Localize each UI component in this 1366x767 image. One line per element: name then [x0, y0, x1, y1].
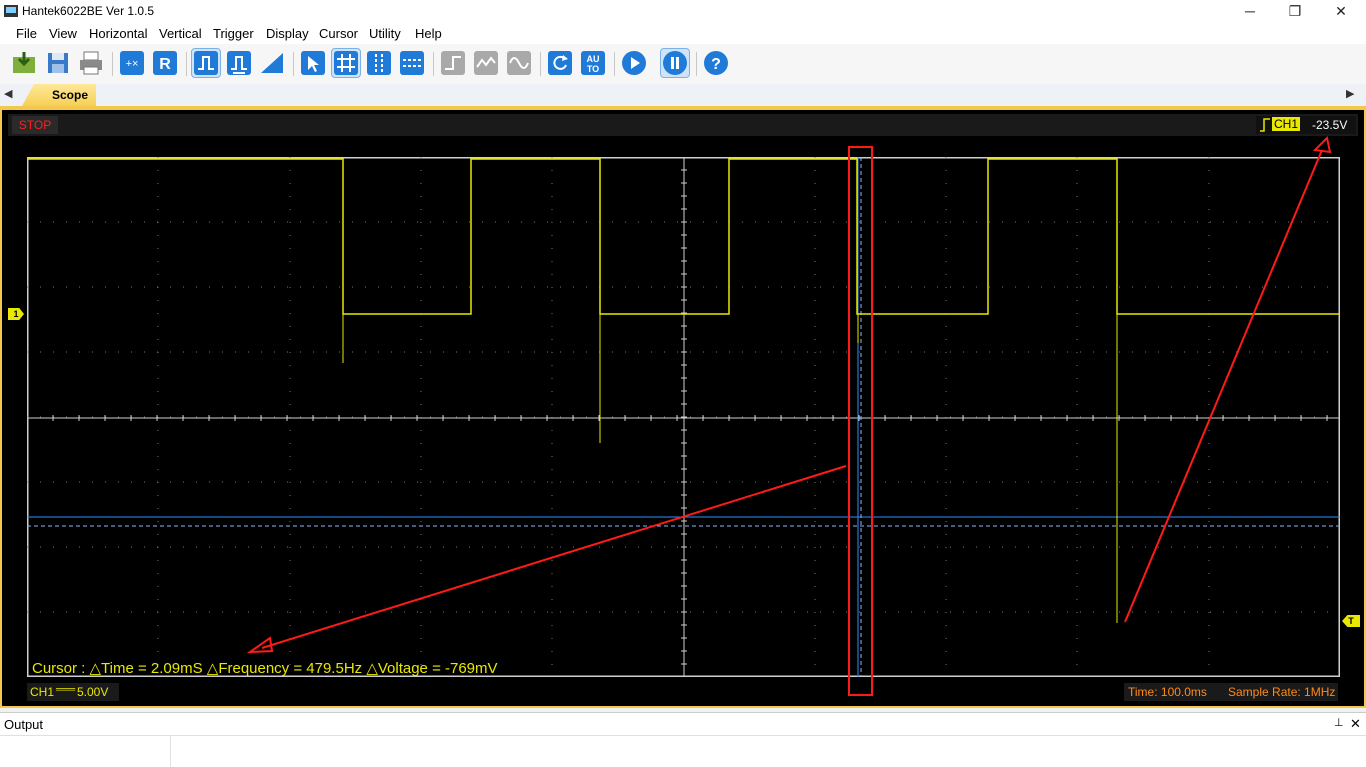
tab-strip: ◀ Scope ▶ [0, 84, 1366, 109]
toolbar: +× R AU TO ? [0, 44, 1366, 85]
math-icon[interactable]: +× [118, 49, 146, 77]
wave-icon[interactable] [472, 49, 500, 77]
menu-file[interactable]: File [16, 26, 37, 41]
tab-scope-label: Scope [52, 88, 89, 102]
channel-label: CH1 [30, 685, 55, 699]
save-icon[interactable] [44, 49, 72, 77]
close-button[interactable]: ✕ [1318, 0, 1364, 22]
cursor-readout: Cursor : △Time = 2.09mS △Frequency = 479… [32, 660, 498, 677]
toolbar-separator [293, 52, 294, 76]
volts-per-div: 5.00V [77, 685, 109, 699]
output-splitter[interactable] [170, 735, 171, 767]
trigger-level: -23.5V [1312, 118, 1348, 132]
menu-vertical[interactable]: Vertical [159, 26, 202, 41]
app-icon [4, 5, 18, 17]
print-icon[interactable] [77, 49, 105, 77]
run-state-indicator: STOP [12, 116, 58, 134]
tab-scroll-left-icon[interactable]: ◀ [4, 87, 12, 100]
output-divider [0, 735, 1366, 736]
run-icon[interactable] [620, 49, 648, 77]
output-title: Output [4, 717, 44, 732]
pin-icon[interactable]: ⊥ [1334, 716, 1344, 729]
menu-cursor[interactable]: Cursor [319, 26, 358, 41]
sample-rate: Sample Rate: 1MHz [1228, 685, 1336, 699]
tab-scroll-right-icon[interactable]: ▶ [1346, 87, 1354, 100]
output-panel: Output ⊥ ✕ [0, 712, 1366, 767]
coupling-icon: ═══ [56, 684, 76, 694]
reference-icon[interactable]: R [151, 49, 179, 77]
grid-icon[interactable] [331, 48, 361, 78]
toolbar-separator [186, 52, 187, 76]
trigger-edge-icon [1260, 118, 1270, 132]
title-bar: Hantek6022BE Ver 1.0.5 ─ ❐ ✕ [0, 0, 1366, 22]
svg-text:R: R [159, 56, 171, 73]
menu-view[interactable]: View [49, 26, 77, 41]
select-cursor-icon[interactable] [299, 49, 327, 77]
sine-icon[interactable] [505, 49, 533, 77]
waveform-display[interactable]: Cursor : △Time = 2.09mS △Frequency = 479… [27, 157, 1340, 677]
refresh-icon[interactable] [546, 49, 574, 77]
toolbar-separator [696, 52, 697, 76]
horizontal-cursor-icon[interactable] [398, 49, 426, 77]
svg-text:TO: TO [587, 64, 599, 74]
pause-icon[interactable] [660, 48, 690, 78]
time-per-div: Time: 100.0ms [1128, 685, 1207, 699]
maximize-button[interactable]: ❐ [1272, 0, 1318, 22]
svg-text:+×: +× [126, 58, 139, 70]
tab-scope[interactable]: Scope [22, 84, 96, 106]
pulse-measure-icon[interactable] [225, 49, 253, 77]
pulse-trigger-icon[interactable] [191, 48, 221, 78]
ramp-icon[interactable] [258, 49, 286, 77]
toolbar-separator [433, 52, 434, 76]
scope-info-bar: CH1 ═══ 5.00V Time: 100.0ms Sample Rate:… [27, 682, 1339, 702]
channel-info[interactable]: CH1 ═══ 5.00V [27, 683, 119, 701]
trigger-status: CH1 -23.5V [1256, 116, 1356, 134]
open-icon[interactable] [10, 49, 38, 77]
toolbar-separator [614, 52, 615, 76]
vertical-cursor-icon[interactable] [365, 49, 393, 77]
menu-utility[interactable]: Utility [369, 26, 401, 41]
minimize-button[interactable]: ─ [1227, 0, 1273, 22]
menu-display[interactable]: Display [266, 26, 309, 41]
window-title: Hantek6022BE Ver 1.0.5 [22, 4, 155, 18]
svg-text:?: ? [711, 56, 721, 73]
menu-trigger[interactable]: Trigger [213, 26, 254, 41]
auto-icon[interactable]: AU TO [579, 49, 607, 77]
step-icon[interactable] [439, 49, 467, 77]
svg-text:AU: AU [587, 54, 600, 64]
scope-status-line [8, 114, 1358, 136]
toolbar-separator [112, 52, 113, 76]
help-icon[interactable]: ? [702, 49, 730, 77]
toolbar-separator [540, 52, 541, 76]
output-close-icon[interactable]: ✕ [1350, 716, 1361, 732]
menu-help[interactable]: Help [415, 26, 442, 41]
menu-bar: File View Horizontal Vertical Trigger Di… [0, 22, 1366, 44]
menu-horizontal[interactable]: Horizontal [89, 26, 148, 41]
trigger-channel: CH1 [1272, 117, 1301, 131]
timebase-info[interactable]: Time: 100.0ms Sample Rate: 1MHz [1124, 683, 1338, 701]
